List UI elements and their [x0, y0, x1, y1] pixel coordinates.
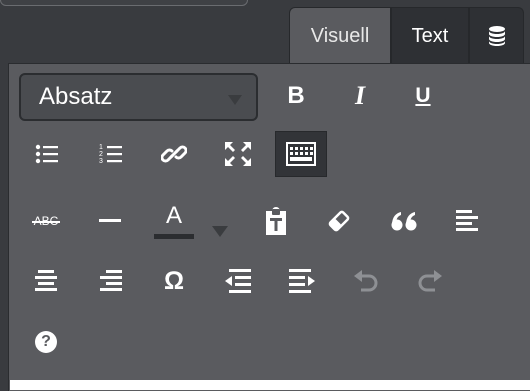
horizontal-line-icon: [99, 219, 121, 222]
bold-icon: B: [287, 82, 305, 109]
help-label: ?: [41, 333, 51, 350]
horizontal-line-button[interactable]: [84, 198, 136, 244]
clear-formatting-icon: [328, 210, 350, 232]
database-icon: [488, 26, 505, 46]
blockquote-button[interactable]: [378, 198, 430, 244]
redo-button[interactable]: [404, 258, 456, 304]
align-right-icon: [100, 270, 122, 291]
tab-visuell[interactable]: Visuell: [289, 7, 391, 64]
align-right-button[interactable]: [84, 258, 136, 304]
align-left-icon: [456, 210, 478, 231]
align-center-button[interactable]: [20, 258, 72, 304]
editor-tabs: Visuell Text: [289, 7, 524, 64]
link-icon: [161, 145, 187, 163]
svg-text:3: 3: [99, 158, 103, 165]
dropdown-caret-icon: [212, 225, 228, 237]
fullscreen-button[interactable]: [212, 131, 264, 177]
underline-icon: U: [415, 84, 431, 107]
help-button[interactable]: ?: [20, 319, 72, 365]
text-color-label: A: [165, 201, 182, 229]
chevron-down-icon: [228, 95, 242, 105]
strikethrough-button[interactable]: ABC: [20, 198, 72, 244]
outdent-button[interactable]: [212, 258, 264, 304]
outdent-icon: [225, 269, 251, 293]
help-icon: ?: [35, 331, 57, 353]
paste-as-text-icon: [266, 207, 286, 235]
format-select-value: Absatz: [39, 83, 113, 110]
align-center-icon: [35, 270, 57, 291]
insert-link-button[interactable]: [148, 131, 200, 177]
strikethrough-icon: ABC: [31, 214, 61, 228]
clear-formatting-button[interactable]: [313, 198, 365, 244]
editor-content-area[interactable]: [10, 380, 530, 390]
toolbar-toggle-icon: [286, 142, 316, 166]
numbered-list-button[interactable]: 1 2 3: [85, 131, 137, 177]
svg-text:2: 2: [99, 151, 103, 158]
indent-icon: [289, 269, 315, 293]
text-color-icon: A: [154, 201, 194, 239]
special-character-button[interactable]: Ω: [148, 258, 200, 304]
undo-button[interactable]: [340, 258, 392, 304]
numbered-list-icon: 1 2 3: [99, 144, 122, 165]
tab-database[interactable]: [469, 7, 524, 64]
blockquote-icon: [391, 212, 417, 231]
svg-text:1: 1: [99, 144, 103, 151]
align-left-button[interactable]: [442, 198, 494, 244]
underline-button[interactable]: U: [397, 73, 449, 119]
italic-button[interactable]: I: [334, 73, 386, 119]
undo-icon: [354, 270, 378, 292]
paste-as-text-button[interactable]: [250, 198, 302, 244]
tab-text[interactable]: Text: [391, 7, 469, 64]
paragraph-format-select[interactable]: Absatz: [19, 73, 258, 121]
text-color-dropdown-button[interactable]: [205, 208, 235, 254]
fullscreen-icon: [225, 142, 251, 166]
redo-icon: [418, 270, 442, 292]
bold-button[interactable]: B: [270, 73, 322, 119]
special-character-icon: Ω: [163, 266, 185, 295]
bullet-list-button[interactable]: [21, 131, 73, 177]
indent-button[interactable]: [276, 258, 328, 304]
bullet-list-icon: [35, 144, 58, 164]
top-input-field[interactable]: [0, 0, 248, 6]
toolbar-toggle-button[interactable]: [275, 131, 327, 177]
text-color-button[interactable]: A: [148, 198, 200, 244]
italic-icon: I: [354, 81, 366, 110]
